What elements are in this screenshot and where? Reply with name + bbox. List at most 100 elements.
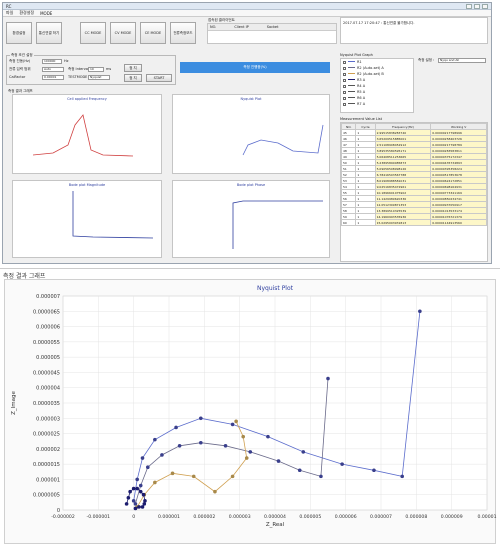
menu-file[interactable]: 파일 — [6, 10, 13, 16]
data-point — [133, 502, 138, 506]
data-point — [241, 434, 245, 439]
x-tick-label: 0.000003 — [229, 514, 251, 520]
close-icon[interactable] — [482, 3, 488, 9]
data-point — [143, 499, 147, 503]
range-select[interactable]: Auto — [42, 67, 64, 72]
y-tick-label: 0.0000055 — [33, 340, 60, 346]
y-tick-label: 0.0000065 — [33, 309, 60, 315]
bode-phase-title: Bode plot Phase — [236, 183, 266, 187]
toolbar-connect-button[interactable]: 통신연결 하기 — [36, 22, 62, 44]
x-tick-label: 0.000009 — [441, 514, 463, 520]
data-point — [230, 422, 235, 427]
checkbox-icon[interactable] — [343, 102, 346, 106]
data-point — [301, 450, 306, 454]
maximize-icon[interactable] — [474, 3, 480, 9]
interval-unit: ms — [106, 67, 112, 71]
data-point — [340, 462, 344, 466]
y-tick-label: 0.000004 — [36, 386, 60, 392]
measurement-grid: NO. Cycle Frequency(Hz) Working V 45 1 2.9… — [341, 123, 487, 226]
x-tick-label: -0.000001 — [87, 514, 111, 520]
checkbox-icon[interactable] — [343, 60, 346, 64]
y-tick-label: 0.0000035 — [33, 401, 60, 407]
toolbar-cv-mode-button[interactable]: CV MODE — [110, 22, 136, 44]
checkbox-icon[interactable] — [343, 96, 346, 100]
line-swatch-icon — [348, 78, 355, 82]
x-tick-label: 0.000002 — [193, 514, 215, 520]
progress-bar: 측정 진행중(%) — [180, 62, 330, 73]
data-point — [372, 468, 376, 473]
freq-label: 측정 진동(Hz) — [9, 59, 31, 63]
data-point — [174, 425, 178, 430]
data-point — [191, 474, 196, 479]
stop-button[interactable]: 정 지 — [124, 64, 142, 72]
client-list[interactable]: NO. Client IP Socket — [207, 23, 337, 44]
data-point — [138, 483, 143, 488]
y-tick-label: 0.0000005 — [33, 493, 60, 499]
data-point — [138, 489, 143, 494]
plot-list-item[interactable]: R7 A — [341, 101, 413, 107]
data-point — [234, 419, 238, 424]
minimize-icon[interactable] — [466, 3, 472, 9]
y-tick-label: 0.0000025 — [33, 432, 60, 438]
line-swatch-icon — [348, 102, 355, 106]
start-button[interactable]: START — [146, 74, 172, 82]
calfactor-label: CalFactor — [9, 75, 26, 79]
data-point — [326, 376, 330, 381]
bode-magnitude-chart: Bode plot Magnitude — [12, 180, 162, 258]
message-log: 2017.07.17 17:20:47 : 통신연결 불가합니다. — [340, 17, 488, 44]
y-tick-label: 0.0000015 — [33, 462, 60, 468]
frequency-chart: Cell applied Frequency — [12, 94, 162, 174]
nyquist-plot-panel: Nyquist Plot 0 0.0000005 0.000001 0.0000015 0… — [4, 279, 497, 544]
y-tick-label: 0.000006 — [36, 325, 60, 331]
toolbar-current-mode-button[interactable]: 전류측정모드 — [170, 22, 196, 44]
y-tick-label: 0.000007 — [36, 294, 60, 300]
bode-phase-svg — [232, 200, 323, 249]
checkbox-icon[interactable] — [343, 66, 346, 70]
plot-list-label: R7 A — [357, 102, 366, 106]
menu-mode[interactable]: MODE — [40, 11, 52, 16]
plot-list-label: R2 (Auto-set) B — [357, 72, 384, 76]
chart-title: Nyquist Plot — [257, 285, 294, 292]
plot-list-label: R3 A — [357, 78, 366, 82]
testmode-select[interactable]: Nyquist — [88, 75, 110, 80]
line-swatch-icon — [348, 84, 355, 88]
x-tick-label: 0.000001 — [158, 514, 180, 520]
menu-settings[interactable]: 환경설정 — [19, 10, 34, 16]
data-point — [153, 480, 157, 485]
data-point — [135, 477, 139, 482]
toolbar-cc-mode-button[interactable]: CC MODE — [80, 22, 106, 44]
data-point — [160, 453, 164, 457]
x-tick-label: 0.000004 — [264, 514, 286, 520]
measurement-table[interactable]: NO. Cycle Frequency(Hz) Working V 45 1 2.9… — [340, 122, 488, 262]
table-cell: 15.0295003931813 — [374, 219, 432, 226]
stop-button-2[interactable]: 정 지 — [124, 74, 142, 82]
table-row[interactable]: 60 1 15.0295003931813 0.00001144913560 — [341, 219, 487, 226]
toolbar-ce-mode-button[interactable]: CE MODE — [140, 22, 166, 44]
data-point — [142, 502, 147, 506]
data-point — [141, 492, 146, 497]
data-point — [276, 459, 281, 463]
frequency-chart-svg — [32, 114, 134, 157]
table-cell: 60 — [341, 219, 357, 226]
menu-bar: 파일 환경설정 MODE — [3, 10, 491, 17]
data-point — [126, 495, 131, 500]
freq-input[interactable]: 100000 — [42, 59, 62, 64]
calfactor-input[interactable]: 0.00001 — [42, 75, 64, 80]
data-point — [230, 474, 235, 479]
data-point — [319, 474, 323, 479]
y-tick-label: 0.000001 — [36, 477, 60, 483]
toolbar-settings-button[interactable]: 환경설정 — [6, 22, 32, 44]
checkbox-icon[interactable] — [343, 90, 346, 94]
settings-group-title: 측정 조건 설정 — [10, 53, 34, 58]
detail-section: 측정 결과 그래프 Nyquist Plot 0 0.0000005 0.000001… — [0, 268, 500, 545]
x-tick-label: 0.000007 — [370, 514, 392, 520]
checkbox-icon[interactable] — [343, 84, 346, 88]
checkbox-icon[interactable] — [343, 78, 346, 82]
table-cell: 0.00001144913560 — [430, 219, 487, 226]
checkbox-icon[interactable] — [343, 72, 346, 76]
data-point — [131, 486, 136, 491]
col-no: NO. — [210, 25, 217, 29]
interval-input[interactable]: 10 — [88, 67, 104, 72]
options-select[interactable]: Nyqu and All — [438, 58, 486, 63]
plot-list[interactable]: R1 R2 (Auto-set) A R2 (Auto-set) B R3 A … — [340, 58, 414, 113]
